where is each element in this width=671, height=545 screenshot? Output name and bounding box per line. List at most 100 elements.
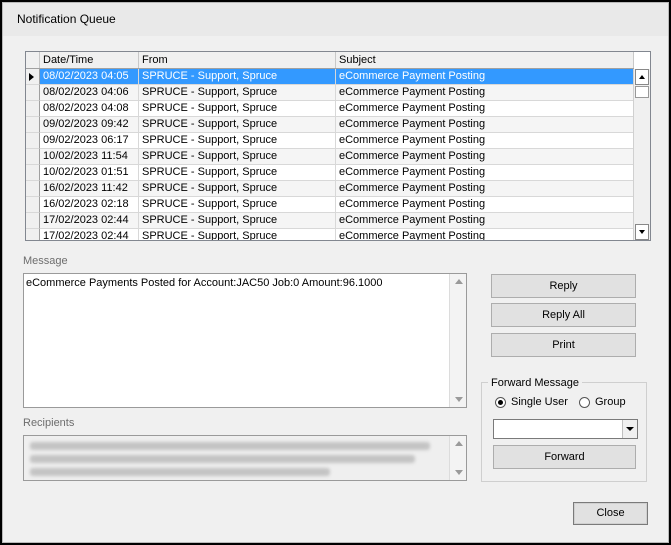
title-bar: Notification Queue [3, 3, 668, 36]
column-header-subject[interactable]: Subject [336, 52, 634, 68]
table-row[interactable]: 08/02/2023 04:08 SPRUCE - Support, Spruce… [26, 101, 634, 117]
table-row[interactable]: 10/02/2023 01:51 SPRUCE - Support, Spruce… [26, 165, 634, 181]
table-row[interactable]: 08/02/2023 04:06 SPRUCE - Support, Spruce… [26, 85, 634, 101]
cell-datetime: 17/02/2023 02:44 [40, 213, 139, 229]
cell-from: SPRUCE - Support, Spruce [139, 229, 336, 240]
cell-datetime: 10/02/2023 11:54 [40, 149, 139, 165]
group-radio[interactable] [579, 397, 590, 408]
scroll-down-icon [455, 397, 463, 402]
row-selector[interactable] [26, 197, 40, 213]
single-user-label[interactable]: Single User [511, 396, 568, 408]
cell-datetime: 17/02/2023 02:44 [40, 229, 139, 240]
scroll-thumb[interactable] [635, 86, 649, 98]
grid-rows: 08/02/2023 04:05 SPRUCE - Support, Spruce… [26, 69, 634, 240]
forward-button[interactable]: Forward [493, 445, 636, 469]
cell-subject: eCommerce Payment Posting [336, 213, 634, 229]
cell-subject: eCommerce Payment Posting [336, 165, 634, 181]
cell-from: SPRUCE - Support, Spruce [139, 197, 336, 213]
redacted-recipients [30, 468, 330, 476]
row-selector[interactable] [26, 229, 40, 240]
table-row[interactable]: 10/02/2023 11:54 SPRUCE - Support, Spruce… [26, 149, 634, 165]
table-row[interactable]: 17/02/2023 02:44 SPRUCE - Support, Spruce… [26, 213, 634, 229]
redacted-recipients [30, 455, 415, 463]
chevron-down-icon [626, 427, 634, 431]
table-row[interactable]: 09/02/2023 06:17 SPRUCE - Support, Spruce… [26, 133, 634, 149]
cell-subject: eCommerce Payment Posting [336, 117, 634, 133]
single-user-radio[interactable] [495, 397, 506, 408]
cell-from: SPRUCE - Support, Spruce [139, 133, 336, 149]
table-row[interactable]: 08/02/2023 04:05 SPRUCE - Support, Spruce… [26, 69, 634, 85]
row-selector[interactable] [26, 117, 40, 133]
notification-grid[interactable]: Date/Time From Subject 08/02/2023 04:05 S… [25, 51, 651, 241]
row-selector[interactable] [26, 101, 40, 117]
scroll-down-icon [639, 230, 645, 234]
close-button[interactable]: Close [573, 502, 648, 525]
cell-datetime: 09/02/2023 09:42 [40, 117, 139, 133]
message-textbox[interactable]: eCommerce Payments Posted for Account:JA… [23, 273, 467, 408]
message-label: Message [23, 255, 68, 267]
cell-datetime: 08/02/2023 04:08 [40, 101, 139, 117]
reply-button[interactable]: Reply [491, 274, 636, 298]
scroll-down-icon [455, 470, 463, 475]
column-header-datetime[interactable]: Date/Time [40, 52, 139, 68]
cell-from: SPRUCE - Support, Spruce [139, 69, 336, 85]
cell-from: SPRUCE - Support, Spruce [139, 181, 336, 197]
message-scrollbar[interactable] [449, 274, 466, 407]
cell-subject: eCommerce Payment Posting [336, 229, 634, 240]
dropdown-button[interactable] [622, 420, 637, 438]
cell-from: SPRUCE - Support, Spruce [139, 101, 336, 117]
table-row[interactable]: 16/02/2023 02:18 SPRUCE - Support, Spruce… [26, 197, 634, 213]
row-selector[interactable] [26, 165, 40, 181]
scroll-up-icon [455, 441, 463, 446]
cell-from: SPRUCE - Support, Spruce [139, 213, 336, 229]
row-selector[interactable] [26, 85, 40, 101]
cell-datetime: 16/02/2023 02:18 [40, 197, 139, 213]
grid-header: Date/Time From Subject [26, 52, 634, 69]
row-selector[interactable] [26, 133, 40, 149]
scroll-down-button[interactable] [635, 224, 649, 240]
row-selector[interactable] [26, 149, 40, 165]
scroll-up-icon [639, 75, 645, 79]
print-button[interactable]: Print [491, 333, 636, 357]
cell-subject: eCommerce Payment Posting [336, 149, 634, 165]
window-title: Notification Queue [17, 12, 116, 26]
cell-datetime: 08/02/2023 04:05 [40, 69, 139, 85]
forward-message-title: Forward Message [488, 377, 583, 389]
cell-datetime: 10/02/2023 01:51 [40, 165, 139, 181]
cell-subject: eCommerce Payment Posting [336, 181, 634, 197]
group-label[interactable]: Group [595, 396, 626, 408]
cell-subject: eCommerce Payment Posting [336, 85, 634, 101]
table-row[interactable]: 16/02/2023 11:42 SPRUCE - Support, Spruce… [26, 181, 634, 197]
row-selector[interactable] [26, 213, 40, 229]
cell-from: SPRUCE - Support, Spruce [139, 165, 336, 181]
cell-datetime: 16/02/2023 11:42 [40, 181, 139, 197]
table-row[interactable]: 17/02/2023 02:44 SPRUCE - Support, Spruce… [26, 229, 634, 240]
cell-from: SPRUCE - Support, Spruce [139, 85, 336, 101]
grid-scrollbar[interactable] [633, 69, 650, 240]
row-selector[interactable] [26, 181, 40, 197]
scroll-up-button[interactable] [635, 69, 649, 85]
cell-subject: eCommerce Payment Posting [336, 101, 634, 117]
message-text: eCommerce Payments Posted for Account:JA… [26, 277, 383, 289]
forward-recipient-select[interactable] [493, 419, 638, 439]
row-selector[interactable] [26, 69, 40, 85]
radio-selected-dot [498, 400, 503, 405]
redacted-recipients [30, 442, 430, 450]
recipients-scrollbar[interactable] [449, 436, 466, 480]
table-row[interactable]: 09/02/2023 09:42 SPRUCE - Support, Spruce… [26, 117, 634, 133]
cell-from: SPRUCE - Support, Spruce [139, 149, 336, 165]
column-header-from[interactable]: From [139, 52, 336, 68]
notification-queue-dialog: Notification Queue Date/Time From Subjec… [2, 2, 669, 543]
row-selector-header [26, 52, 40, 68]
cell-subject: eCommerce Payment Posting [336, 69, 634, 85]
recipients-label: Recipients [23, 417, 75, 429]
cell-datetime: 09/02/2023 06:17 [40, 133, 139, 149]
recipients-textbox[interactable] [23, 435, 467, 481]
cell-subject: eCommerce Payment Posting [336, 197, 634, 213]
cell-subject: eCommerce Payment Posting [336, 133, 634, 149]
cell-from: SPRUCE - Support, Spruce [139, 117, 336, 133]
cell-datetime: 08/02/2023 04:06 [40, 85, 139, 101]
row-pointer-icon [29, 73, 34, 81]
reply-all-button[interactable]: Reply All [491, 303, 636, 327]
scroll-up-icon [455, 279, 463, 284]
